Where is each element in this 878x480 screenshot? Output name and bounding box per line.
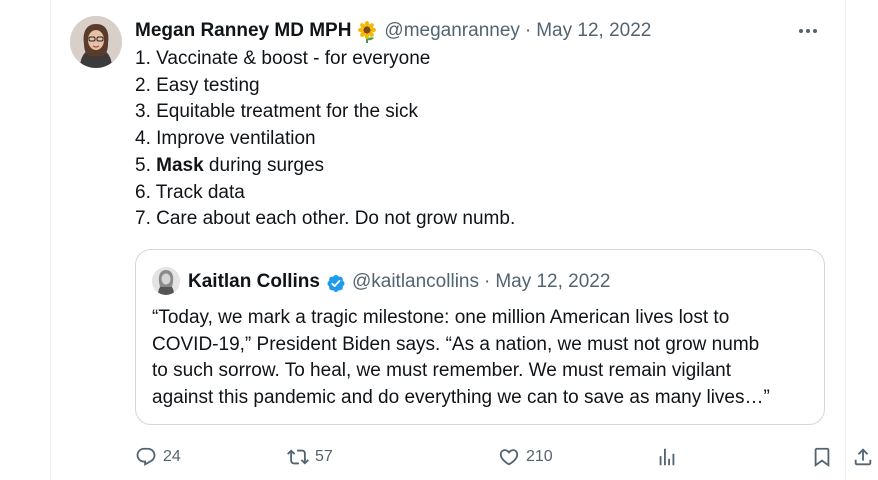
more-horizontal-icon bbox=[799, 29, 817, 33]
quoted-header-separator: · bbox=[483, 271, 491, 292]
header-separator: · bbox=[524, 20, 532, 41]
bookmark-icon bbox=[814, 447, 830, 468]
sunflower-emoji bbox=[356, 21, 378, 43]
quoted-tweet-header: Kaitlan Collins @kaitlancollins · May 12… bbox=[188, 269, 610, 295]
more-options-button[interactable] bbox=[795, 20, 821, 42]
quoted-author-handle: @kaitlancollins bbox=[351, 271, 479, 292]
action-bar: 24 57 210 bbox=[135, 444, 872, 470]
quoted-tweet-body: “Today, we mark a tragic milestone: one … bbox=[152, 305, 812, 412]
tweet-body: 1. Vaccinate & boost - for everyone 2. E… bbox=[135, 46, 825, 233]
tweet-line: 5. Mask during surges bbox=[135, 154, 325, 176]
tweet-line: 6. Track data bbox=[135, 181, 245, 203]
quoted-author-avatar bbox=[152, 267, 180, 295]
tweet-header: Megan Ranney MD MPH @meganranney · May 1… bbox=[135, 18, 651, 44]
views-button[interactable] bbox=[656, 444, 678, 470]
retweet-button[interactable]: 57 bbox=[287, 444, 333, 470]
reply-icon bbox=[136, 447, 156, 466]
share-button[interactable] bbox=[852, 444, 874, 470]
quoted-line: “Today, we mark a tragic milestone: one … bbox=[152, 307, 730, 328]
author-avatar[interactable] bbox=[70, 16, 122, 68]
like-button[interactable]: 210 bbox=[498, 444, 553, 470]
reply-button[interactable]: 24 bbox=[135, 444, 181, 470]
author-name[interactable]: Megan Ranney MD MPH bbox=[135, 20, 351, 42]
quoted-line: COVID-19,” President Biden says. “As a n… bbox=[152, 333, 760, 355]
views-chart-icon bbox=[659, 448, 675, 466]
quoted-line: against this pandemic and do everything … bbox=[152, 387, 770, 409]
retweet-count: 57 bbox=[315, 448, 333, 465]
quoted-tweet[interactable]: Kaitlan Collins @kaitlancollins · May 12… bbox=[135, 249, 825, 425]
share-icon bbox=[854, 448, 872, 466]
tweet-line: 3. Equitable treatment for the sick bbox=[135, 101, 419, 123]
reply-count: 24 bbox=[163, 448, 181, 465]
tweet-card[interactable]: Megan Ranney MD MPH @meganranney · May 1… bbox=[50, 0, 872, 480]
quoted-line: to such sorrow. To heal, we must remembe… bbox=[152, 360, 732, 382]
quoted-author-name: Kaitlan Collins bbox=[188, 271, 320, 292]
retweet-icon bbox=[287, 449, 309, 465]
tweet-date[interactable]: May 12, 2022 bbox=[536, 20, 651, 42]
bold-text: Mask bbox=[156, 154, 204, 176]
tweet-line: 4. Improve ventilation bbox=[135, 128, 316, 150]
tweet-line: 2. Easy testing bbox=[135, 74, 260, 96]
author-handle[interactable]: @meganranney bbox=[384, 20, 519, 42]
like-count: 210 bbox=[526, 448, 553, 465]
tweet-line: 7. Care about each other. Do not grow nu… bbox=[135, 208, 516, 230]
verified-badge-icon bbox=[325, 273, 346, 294]
tweet-line: 1. Vaccinate & boost - for everyone bbox=[135, 48, 431, 69]
bookmark-button[interactable] bbox=[811, 444, 833, 470]
heart-icon bbox=[499, 449, 519, 466]
quoted-tweet-date: May 12, 2022 bbox=[495, 271, 611, 292]
